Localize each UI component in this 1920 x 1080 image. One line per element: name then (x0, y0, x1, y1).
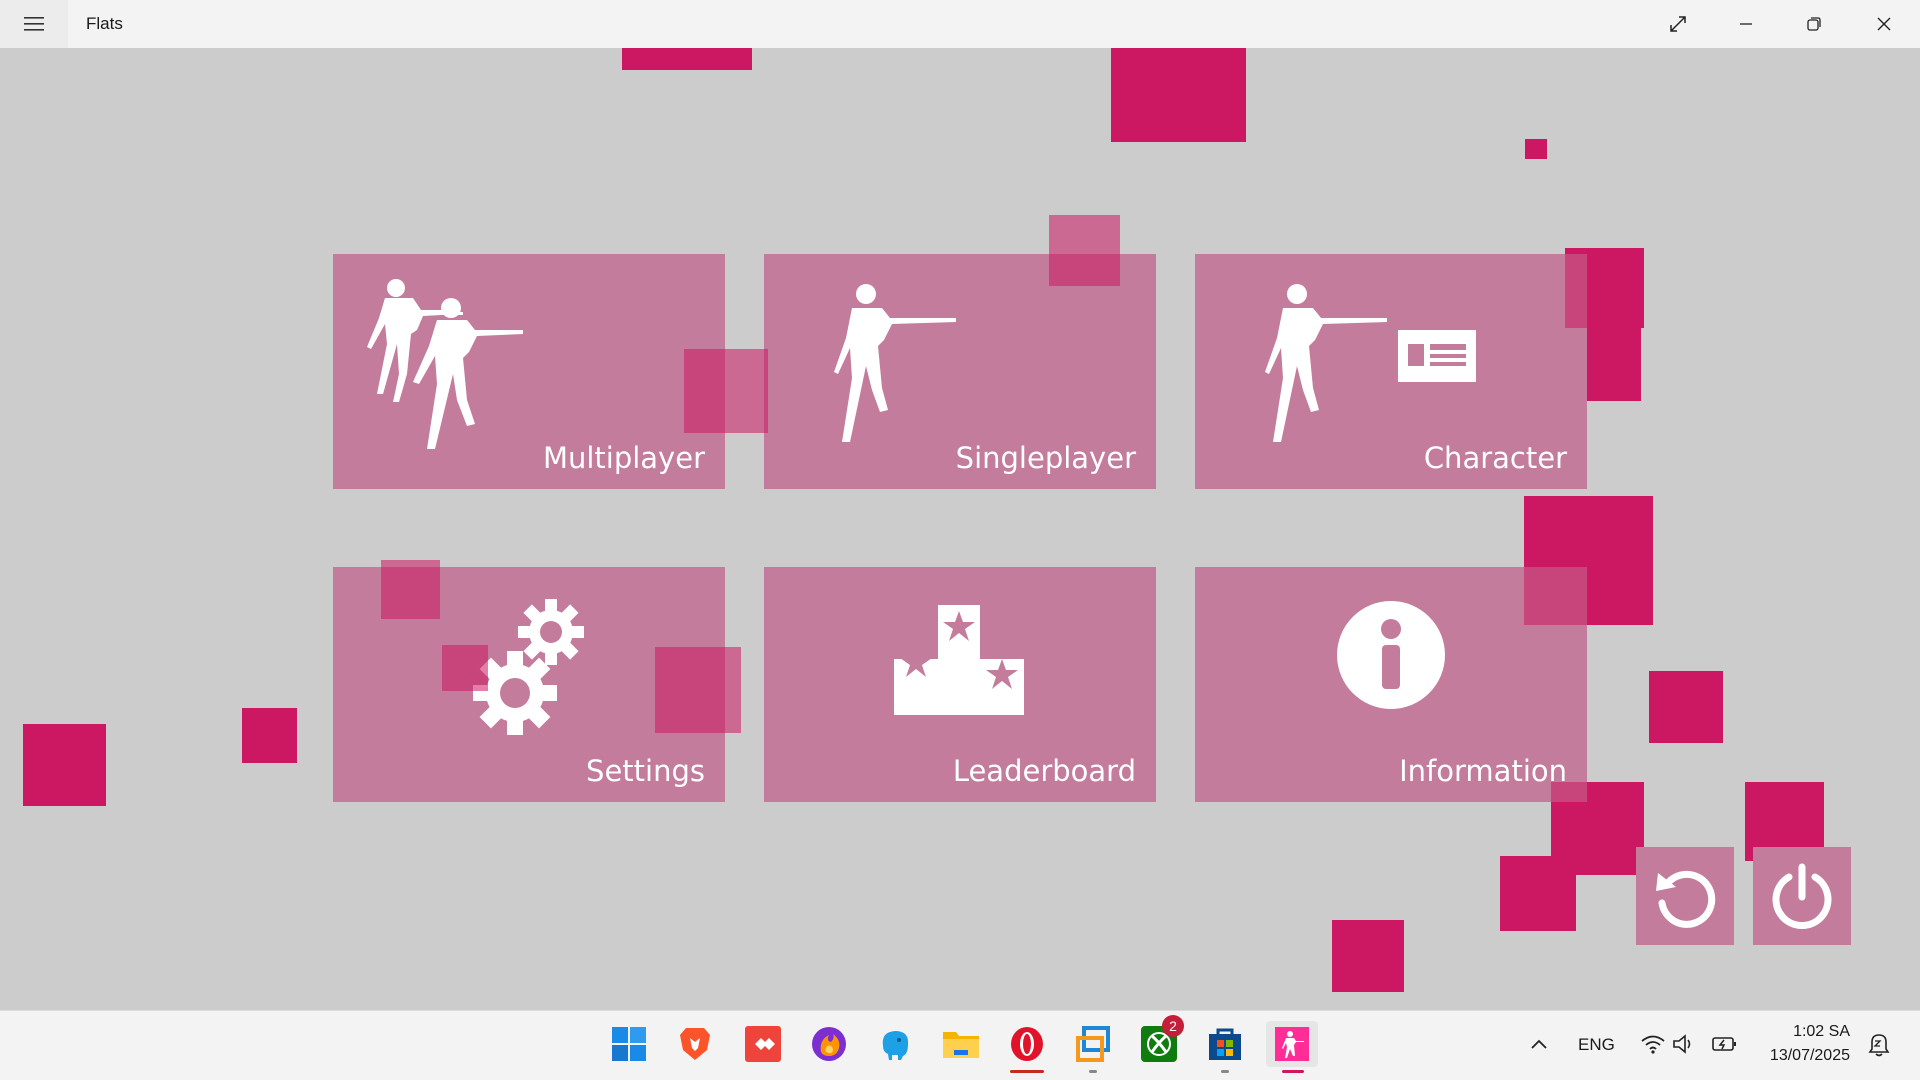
notification-badge: 2 (1162, 1015, 1184, 1037)
id-card-icon (1398, 330, 1476, 382)
floating-square (1524, 567, 1588, 625)
windows-logo-icon (612, 1027, 646, 1061)
wifi-icon[interactable] (1640, 1033, 1666, 1055)
flats-app-icon (1275, 1027, 1309, 1061)
tile-label: Singleplayer (955, 441, 1136, 475)
floating-square (23, 724, 106, 806)
main-menu: Multiplayer Singleplayer Character Setti… (0, 48, 1920, 1010)
language-indicator[interactable]: ENG (1578, 1035, 1615, 1055)
clock-time[interactable]: 1:02 SA (1762, 1023, 1850, 1041)
singleplayer-tile[interactable]: Singleplayer (764, 254, 1156, 489)
floating-square (1551, 782, 1587, 802)
restore-icon (1807, 17, 1821, 31)
floating-square (622, 48, 752, 70)
restart-icon (1656, 870, 1716, 928)
full-screen-button[interactable] (1644, 0, 1712, 48)
taskbar: 2 ENG 1:02 SA 13/07/2025 (0, 1010, 1920, 1080)
power-icon (1772, 863, 1832, 929)
floating-square (442, 645, 488, 691)
restart-button[interactable] (1636, 847, 1734, 945)
floating-square (242, 708, 297, 763)
taskbar-app-microsoft-store[interactable] (1202, 1021, 1248, 1073)
taskbar-app-firefox[interactable] (806, 1021, 852, 1067)
floating-square (684, 349, 768, 433)
taskbar-app-brave[interactable] (672, 1021, 718, 1067)
soldier-icon (1265, 284, 1387, 442)
firefox-icon (812, 1027, 846, 1061)
close-icon (1877, 17, 1891, 31)
brave-icon (680, 1028, 710, 1060)
tile-label: Leaderboard (952, 754, 1136, 788)
floating-square (381, 560, 440, 619)
opera-icon (1011, 1027, 1043, 1061)
tile-label: Information (1399, 754, 1567, 788)
taskbar-app-flats[interactable] (1266, 1021, 1318, 1073)
taskbar-app-anydesk[interactable] (740, 1021, 786, 1067)
window-title: Flats (86, 14, 123, 33)
floating-square (1332, 920, 1404, 992)
taskbar-app-file-explorer[interactable] (938, 1021, 984, 1067)
taskbar-app-opera[interactable] (1004, 1021, 1050, 1073)
notification-bell-icon[interactable] (1868, 1031, 1890, 1057)
clock-date[interactable]: 13/07/2025 (1762, 1047, 1850, 1065)
character-tile[interactable]: Character (1195, 254, 1587, 489)
start-button[interactable] (606, 1021, 652, 1067)
tile-label: Multiplayer (542, 441, 705, 475)
info-icon (1337, 601, 1445, 709)
taskbar-app-virtualbox[interactable] (1070, 1021, 1116, 1073)
running-indicator (1221, 1070, 1229, 1073)
soldiers-icon (367, 279, 523, 449)
soldier-icon (834, 284, 956, 442)
floating-square (1745, 782, 1824, 812)
podium-icon (894, 605, 1024, 715)
volume-icon[interactable] (1672, 1033, 1696, 1055)
floating-square (1525, 139, 1547, 159)
floating-square (655, 647, 741, 733)
taskbar-app-xbox[interactable]: 2 (1136, 1015, 1184, 1067)
floating-square (1049, 215, 1120, 286)
power-button[interactable] (1753, 847, 1851, 945)
multiplayer-tile[interactable]: Multiplayer (333, 254, 725, 489)
floating-square (1500, 856, 1576, 931)
tile-label: Settings (586, 754, 705, 788)
taskbar-app-tableplus[interactable] (872, 1021, 918, 1067)
anydesk-icon (745, 1026, 781, 1062)
running-indicator (1089, 1070, 1097, 1073)
minimize-icon (1740, 23, 1752, 25)
hamburger-menu-button[interactable] (0, 0, 68, 48)
minimize-button[interactable] (1712, 0, 1780, 48)
tile-label: Character (1423, 441, 1567, 475)
floating-square (1565, 248, 1644, 328)
elephant-icon (882, 1031, 909, 1060)
floating-square (1649, 671, 1723, 743)
hamburger-icon (24, 17, 44, 31)
restore-button[interactable] (1780, 0, 1848, 48)
title-bar: Flats (0, 0, 1920, 48)
close-button[interactable] (1850, 0, 1918, 48)
floating-square (1111, 48, 1246, 142)
folder-icon (943, 1032, 979, 1058)
active-indicator (1282, 1070, 1304, 1073)
battery-icon[interactable] (1712, 1035, 1738, 1053)
virtualbox-icon (1076, 1026, 1110, 1062)
leaderboard-tile[interactable]: Leaderboard (764, 567, 1156, 802)
chevron-up-icon (1531, 1039, 1547, 1049)
expand-icon (1670, 16, 1686, 32)
running-indicator (1010, 1070, 1044, 1073)
show-hidden-icons-button[interactable] (1516, 1021, 1562, 1067)
store-icon (1209, 1028, 1241, 1060)
